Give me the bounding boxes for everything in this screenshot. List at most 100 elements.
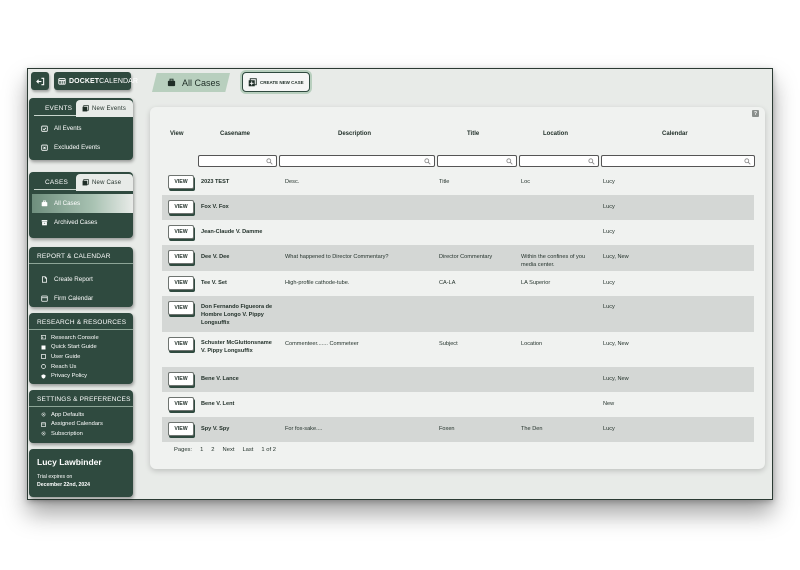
create-new-case-button[interactable]: CREATE NEW CASE <box>242 72 310 92</box>
table-row: VIEW Bene V. Lent New <box>162 392 754 417</box>
sidebar-item-research-console[interactable]: Research Console <box>29 333 133 343</box>
view-button[interactable]: VIEW <box>168 397 194 411</box>
cell-casename: Tee V. Set <box>201 280 227 286</box>
info-icon <box>41 364 46 369</box>
cell-casename: Schuster McGluttonsname V. Pippy Longsuf… <box>201 340 272 355</box>
new-case-button[interactable]: New Case <box>76 174 133 191</box>
cell-title: Director Commentary <box>439 254 493 260</box>
sidebar-item-assigned-calendars[interactable]: Assigned Calendars <box>29 420 133 430</box>
calendar-icon <box>41 422 46 427</box>
sidebar-item-label: Firm Calendar <box>54 295 94 302</box>
sidebar-item-quick-start-guide[interactable]: Quick Start Guide <box>29 343 133 353</box>
sidebar-item-label: Create Report <box>54 276 93 283</box>
cell-title: Foxen <box>439 426 455 432</box>
sidebar-item-label: App Defaults <box>51 411 85 418</box>
cell-casename: Bene V. Lent <box>201 401 235 407</box>
search-icon <box>506 157 513 165</box>
sidebar-item-label: Excluded Events <box>54 144 101 151</box>
sidebar-item-create-report[interactable]: Create Report <box>29 270 133 289</box>
cell-location: LA Superior <box>521 280 551 286</box>
guide-icon <box>41 354 46 360</box>
logout-button[interactable] <box>31 72 49 90</box>
sidebar-item-label: Archived Cases <box>54 219 98 226</box>
cell-description: For fox-sake.... <box>285 426 323 432</box>
sidebar-item-label: Quick Start Guide <box>51 344 97 351</box>
tab-all-cases-label: All Cases <box>182 77 221 88</box>
column-header-description[interactable]: Description <box>338 131 371 137</box>
pagination: Pages: 1 2 Next Last 1 of 2 <box>174 447 276 453</box>
column-header-calendar[interactable]: Calendar <box>662 131 688 137</box>
trial-label: Trial expires on <box>37 474 73 480</box>
cell-casename: Fox V. Fox <box>201 204 229 210</box>
title-filter-input[interactable] <box>437 155 517 167</box>
table-row: VIEW Dee V. Dee What happened to Directo… <box>162 245 754 271</box>
location-filter-input[interactable] <box>519 155 599 167</box>
new-case-label: New Case <box>92 179 122 186</box>
view-button[interactable]: VIEW <box>168 175 194 189</box>
sidebar-item-reach-us[interactable]: Reach Us <box>29 362 133 372</box>
sidebar-item-user-guide[interactable]: User Guide <box>29 352 133 362</box>
app-window: DOCKETCALENDAR All Cases CREATE NEW CASE… <box>27 68 773 500</box>
calendar-icon <box>58 77 66 85</box>
sidebar-item-privacy-policy[interactable]: Privacy Policy <box>29 371 133 381</box>
calendar-icon <box>41 295 48 302</box>
view-button[interactable]: VIEW <box>168 200 194 214</box>
sidebar-item-label: Assigned Calendars <box>51 421 103 428</box>
cell-calendar: Lucy <box>603 304 615 310</box>
document-icon <box>41 276 48 283</box>
column-header-location[interactable]: Location <box>543 131 568 137</box>
sidebar-item-app-defaults[interactable]: App Defaults <box>29 410 133 420</box>
sidebar-item-all-events[interactable]: All Events <box>29 119 133 138</box>
cell-title: Subject <box>439 341 458 347</box>
sidebar-item-label: Privacy Policy <box>51 373 88 380</box>
sidebar-item-subscription[interactable]: Subscription <box>29 429 133 439</box>
sidebar-item-excluded-events[interactable]: Excluded Events <box>29 138 133 157</box>
sidebar-item-firm-calendar[interactable]: Firm Calendar <box>29 289 133 307</box>
new-events-button[interactable]: New Events <box>76 100 133 117</box>
description-filter-input[interactable] <box>279 155 435 167</box>
search-icon <box>266 157 273 165</box>
column-header-title[interactable]: Title <box>467 131 479 137</box>
view-button[interactable]: VIEW <box>168 422 194 436</box>
calendar-filter-input[interactable] <box>601 155 755 167</box>
console-icon <box>41 335 46 340</box>
cell-location: Location <box>521 341 543 347</box>
table-row: VIEW Fox V. Fox Lucy <box>162 195 754 220</box>
search-icon <box>744 157 751 165</box>
pager-next[interactable]: Next <box>223 447 235 453</box>
sidebar-item-label: All Events <box>54 125 82 132</box>
create-new-case-label: CREATE NEW CASE <box>260 79 304 85</box>
logo-text-light: CALENDAR <box>99 77 139 85</box>
view-button[interactable]: VIEW <box>168 250 194 264</box>
app-logo[interactable]: DOCKETCALENDAR <box>54 72 138 90</box>
cell-description: Commenteer....... Commeteer <box>285 341 359 347</box>
view-button[interactable]: VIEW <box>168 301 194 315</box>
casename-filter-input[interactable] <box>198 155 277 167</box>
cases-heading: CASES <box>45 179 69 186</box>
view-button[interactable]: VIEW <box>168 225 194 239</box>
pager-page-1[interactable]: 1 <box>200 447 203 453</box>
pager-page-2[interactable]: 2 <box>211 447 214 453</box>
book-icon <box>41 345 46 350</box>
view-button[interactable]: VIEW <box>168 372 194 386</box>
cell-calendar: Lucy <box>603 229 615 235</box>
report-calendar-heading: REPORT & CALENDAR <box>29 247 133 264</box>
add-icon <box>82 105 89 112</box>
view-button[interactable]: VIEW <box>168 337 194 351</box>
help-icon[interactable]: ? <box>752 110 759 117</box>
sidebar-item-archived-cases[interactable]: Archived Cases <box>29 213 133 232</box>
cell-casename: Spy V. Spy <box>201 426 230 432</box>
cell-casename: Dee V. Dee <box>201 254 230 260</box>
research-resources-panel: RESEARCH & RESOURCES Research Console Qu… <box>29 313 133 384</box>
logo-text-bold: DOCKET <box>69 77 100 85</box>
tab-all-cases[interactable]: All Cases <box>152 73 230 92</box>
user-name[interactable]: Lucy Lawbinder <box>29 449 133 467</box>
view-button[interactable]: VIEW <box>168 276 194 290</box>
calendar-x-icon <box>41 144 48 151</box>
column-header-casename[interactable]: Casename <box>220 131 250 137</box>
sidebar-item-all-cases[interactable]: All Cases <box>32 194 133 213</box>
pager-last[interactable]: Last <box>242 447 253 453</box>
cell-description: What happened to Director Commentary? <box>285 254 389 260</box>
settings-preferences-panel: SETTINGS & PREFERENCES App Defaults Assi… <box>29 390 133 443</box>
cell-casename: Don Fernando Figueora de Hombre Longo V.… <box>201 304 273 327</box>
